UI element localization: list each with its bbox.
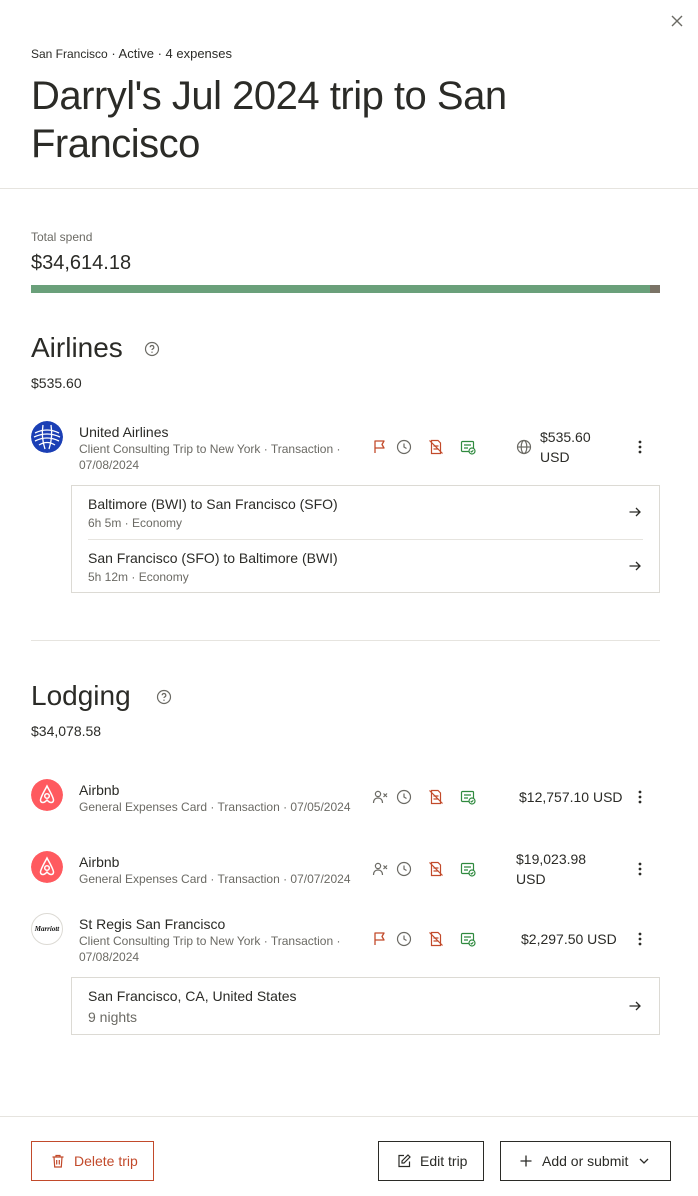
trash-icon bbox=[52, 1154, 64, 1168]
flight-segments: Baltimore (BWI) to San Francisco (SFO) 6… bbox=[71, 485, 660, 593]
stay-details: San Francisco, CA, United States 9 night… bbox=[71, 977, 660, 1035]
edit-icon bbox=[398, 1154, 411, 1168]
trip-meta: San Francisco · Active · 4 expenses bbox=[31, 46, 233, 61]
kebab-icon[interactable] bbox=[632, 931, 648, 947]
arrow-right-icon[interactable] bbox=[627, 504, 643, 520]
add-or-submit-label: Add or submit bbox=[542, 1153, 629, 1169]
segment-info: 6h 5m · Economy bbox=[88, 516, 183, 530]
flag-icon[interactable] bbox=[372, 439, 388, 455]
expense-amount-value: $535.60 bbox=[540, 429, 591, 445]
marriott-logo: Marriott bbox=[31, 913, 63, 945]
expense-subtitle: General Expenses Card · Transaction · 07… bbox=[79, 872, 351, 886]
kebab-icon[interactable] bbox=[632, 789, 648, 805]
segment-info: 5h 12m · Economy bbox=[88, 570, 189, 584]
expense-subtitle: Client Consulting Trip to New York · Tra… bbox=[79, 933, 340, 965]
merchant-name[interactable]: St Regis San Francisco bbox=[79, 916, 225, 932]
expense-amount: $12,757.10 USD bbox=[519, 789, 623, 805]
page-title: Darryl's Jul 2024 trip to San Francisco bbox=[31, 74, 507, 166]
plus-icon bbox=[520, 1155, 532, 1167]
expense-subtitle: General Expenses Card · Transaction · 07… bbox=[79, 800, 351, 814]
clock-icon[interactable] bbox=[396, 439, 412, 455]
total-spend-label: Total spend bbox=[31, 230, 93, 244]
edit-trip-label: Edit trip bbox=[420, 1153, 468, 1169]
chevron-down-icon bbox=[639, 1158, 649, 1164]
expense-subtitle-line2: 07/08/2024 bbox=[79, 458, 140, 472]
delete-trip-button[interactable]: Delete trip bbox=[31, 1141, 154, 1181]
segment-route: San Francisco (SFO) to Baltimore (BWI) bbox=[88, 550, 338, 566]
flag-icon[interactable] bbox=[372, 931, 388, 947]
arrow-right-icon[interactable] bbox=[627, 558, 643, 574]
segment-route: Baltimore (BWI) to San Francisco (SFO) bbox=[88, 496, 338, 512]
expense-amount-currency: USD bbox=[540, 449, 570, 465]
spend-bar-lodging bbox=[31, 285, 651, 293]
stay-nights: 9 nights bbox=[88, 1009, 138, 1025]
delete-trip-label: Delete trip bbox=[74, 1153, 138, 1169]
expense-count: 4 expenses bbox=[165, 46, 233, 61]
user-x-icon[interactable] bbox=[372, 861, 388, 877]
status-icons bbox=[372, 861, 476, 877]
approved-icon[interactable] bbox=[460, 931, 476, 947]
section-divider bbox=[31, 640, 660, 641]
expense-amount-currency: USD bbox=[516, 871, 546, 887]
edit-trip-button[interactable]: Edit trip bbox=[378, 1141, 484, 1181]
total-spend-value: $34,614.18 bbox=[31, 252, 132, 274]
status-icons bbox=[372, 931, 476, 947]
lodging-title: Lodging bbox=[31, 680, 131, 711]
no-receipt-icon[interactable] bbox=[428, 439, 444, 455]
expense-amount: $535.60 USD bbox=[540, 427, 591, 467]
approved-icon[interactable] bbox=[460, 789, 476, 805]
expense-amount-value: $19,023.98 bbox=[516, 851, 587, 867]
spend-bar bbox=[31, 285, 660, 293]
clock-icon[interactable] bbox=[396, 931, 412, 947]
expense-subtitle: Client Consulting Trip to New York · Tra… bbox=[79, 441, 340, 473]
airlines-title: Airlines bbox=[31, 332, 123, 363]
no-receipt-icon[interactable] bbox=[428, 861, 444, 877]
add-or-submit-button[interactable]: Add or submit bbox=[500, 1141, 671, 1181]
approved-icon[interactable] bbox=[460, 439, 476, 455]
airlines-amount: $535.60 bbox=[31, 375, 82, 391]
trip-header: San Francisco · Active · 4 expenses Darr… bbox=[0, 0, 698, 189]
stay-location: San Francisco, CA, United States bbox=[88, 988, 297, 1004]
expense-amount: $2,297.50 USD bbox=[521, 931, 617, 947]
trip-status: Active bbox=[118, 46, 154, 61]
flight-segment[interactable]: San Francisco (SFO) to Baltimore (BWI) 5… bbox=[88, 539, 643, 592]
flight-segment[interactable]: Baltimore (BWI) to San Francisco (SFO) 6… bbox=[88, 486, 643, 539]
airbnb-logo bbox=[31, 851, 63, 883]
kebab-icon[interactable] bbox=[632, 439, 648, 455]
expense-amount: $19,023.98 USD bbox=[516, 849, 586, 889]
status-icons bbox=[372, 789, 476, 805]
help-icon[interactable] bbox=[156, 689, 172, 705]
clock-icon[interactable] bbox=[396, 861, 412, 877]
approved-icon[interactable] bbox=[460, 861, 476, 877]
clock-icon[interactable] bbox=[396, 789, 412, 805]
arrow-right-icon[interactable] bbox=[627, 998, 643, 1014]
trip-location: San Francisco bbox=[31, 47, 108, 61]
marriott-logo-text: Marriott bbox=[34, 925, 60, 933]
no-receipt-icon[interactable] bbox=[428, 789, 444, 805]
expense-subtitle-line1: Client Consulting Trip to New York · Tra… bbox=[79, 442, 341, 456]
expense-subtitle-line1: Client Consulting Trip to New York · Tra… bbox=[79, 934, 341, 948]
status-icons bbox=[372, 439, 476, 455]
kebab-icon[interactable] bbox=[632, 861, 648, 877]
globe-icon bbox=[516, 439, 532, 455]
merchant-name[interactable]: United Airlines bbox=[79, 424, 169, 440]
merchant-name[interactable]: Airbnb bbox=[79, 854, 119, 870]
united-logo bbox=[31, 421, 63, 453]
expense-subtitle-line2: 07/08/2024 bbox=[79, 950, 140, 964]
stay-detail[interactable]: San Francisco, CA, United States 9 night… bbox=[88, 978, 643, 1034]
airbnb-logo bbox=[31, 779, 63, 811]
user-x-icon[interactable] bbox=[372, 789, 388, 805]
merchant-name[interactable]: Airbnb bbox=[79, 782, 119, 798]
lodging-amount: $34,078.58 bbox=[31, 723, 102, 739]
no-receipt-icon[interactable] bbox=[428, 931, 444, 947]
help-icon[interactable] bbox=[144, 341, 160, 357]
